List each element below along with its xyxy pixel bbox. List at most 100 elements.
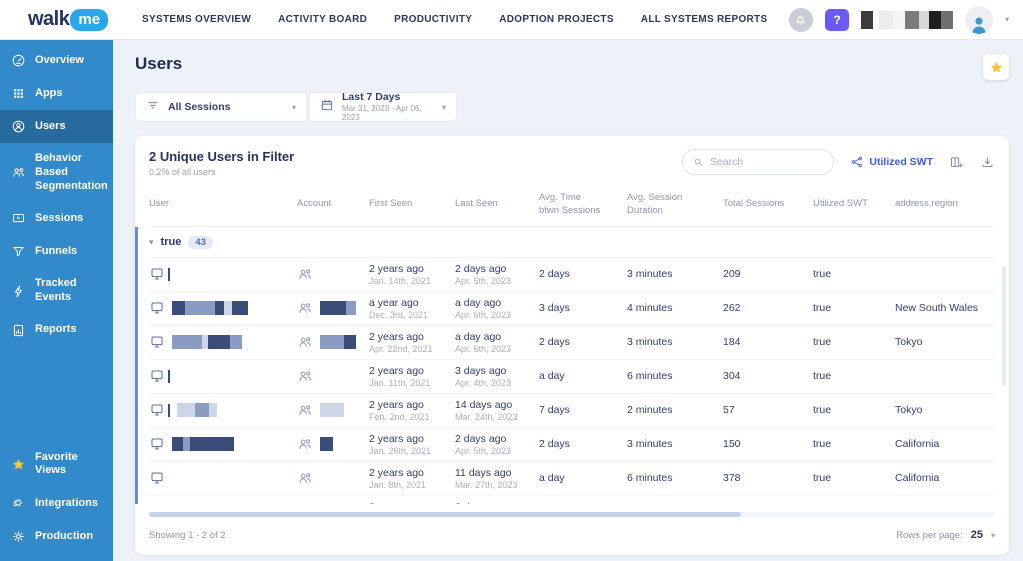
rows-per-page-value[interactable]: 25 <box>971 529 983 541</box>
help-button[interactable]: ? <box>825 9 849 31</box>
sidebar-item-label: Sessions <box>35 212 83 226</box>
sidebar-item-behavior-based-segmentation[interactable]: Behavior Based Segmentation <box>0 143 113 202</box>
column-header[interactable]: Avg. SessionDuration <box>627 192 723 218</box>
chevron-down-icon[interactable]: ▾ <box>991 531 995 540</box>
column-header[interactable]: First Seen <box>369 198 455 211</box>
redacted-text <box>172 301 248 315</box>
chevron-down-icon: ▾ <box>442 103 446 112</box>
sessions-filter-dropdown[interactable]: All Sessions ▾ <box>135 92 307 122</box>
column-header[interactable]: address.region <box>895 198 1003 211</box>
calendar-icon <box>320 98 334 117</box>
rows-per-page-label: Rows per page: <box>896 530 963 541</box>
total-sessions-cell: 378 <box>723 472 813 484</box>
manage-columns-button[interactable] <box>949 155 964 170</box>
table-row[interactable]: 2 years agoJan. 26th, 2021 2 days agoApr… <box>149 427 995 461</box>
download-icon <box>980 155 995 170</box>
avg-session-cell: 3 minutes <box>627 438 723 450</box>
first-seen-cell: 2 years agoJan. 8th, 2021 <box>369 467 455 490</box>
sidebar-item-integrations[interactable]: Integrations <box>0 487 113 520</box>
account-people-icon <box>297 300 313 316</box>
utilized-swt-cell: true <box>813 438 895 450</box>
topnav-item[interactable]: PRODUCTIVITY <box>394 14 472 25</box>
table-row[interactable]: 2 years agoJan. 11th, 2021 3 days agoApr… <box>149 359 995 393</box>
avg-time-cell: a day <box>539 472 627 484</box>
total-sessions-cell: 184 <box>723 336 813 348</box>
sidebar-item-favorite-views[interactable]: Favorite Views <box>0 442 113 488</box>
sidebar-item-label: Apps <box>35 87 63 101</box>
table-search[interactable] <box>682 149 834 175</box>
sidebar-item-tracked-events[interactable]: Tracked Events <box>0 268 113 314</box>
monitor-icon <box>149 436 165 452</box>
user-cell <box>149 436 297 452</box>
user-avatar[interactable] <box>965 6 993 34</box>
sidebar-item-sessions[interactable]: Sessions <box>0 202 113 235</box>
bell-icon <box>794 13 807 26</box>
avg-time-cell: 2 days <box>539 438 627 450</box>
sidebar-item-reports[interactable]: Reports <box>0 314 113 347</box>
column-header[interactable]: Last Seen <box>455 198 539 211</box>
horizontal-scrollbar-track[interactable] <box>149 512 995 517</box>
group-row-true[interactable]: ▾ true 43 <box>149 227 995 257</box>
date-range-dropdown[interactable]: Last 7 Days Mar 31, 2023 - Apr 06, 2023 … <box>309 92 457 122</box>
last-seen-cell: 2 days agoApr. 5th, 2023 <box>455 501 539 504</box>
sidebar-item-users[interactable]: Users <box>0 110 113 143</box>
redacted-text <box>320 335 356 349</box>
sidebar-item-label: Integrations <box>35 497 98 511</box>
region-cell: Tokyo <box>895 404 995 416</box>
last-seen-cell: 3 days agoApr. 4th, 2023 <box>455 365 539 388</box>
avg-time-cell: 2 days <box>539 268 627 280</box>
topnav-item[interactable]: ADOPTION PROJECTS <box>499 14 614 25</box>
user-cell <box>149 402 297 418</box>
column-header[interactable]: User <box>149 198 297 211</box>
topnav-item[interactable]: SYSTEMS OVERVIEW <box>142 14 251 25</box>
first-seen-cell: 2 years agoApr. 22nd, 2021 <box>369 331 455 354</box>
sidebar-item-overview[interactable]: Overview <box>0 44 113 77</box>
first-seen-cell: 2 years agoJan. 14th, 2021 <box>369 263 455 286</box>
monitor-icon <box>149 266 165 282</box>
walkme-logo[interactable]: walk me <box>28 8 108 31</box>
column-header[interactable]: Avg. Timebtwn Sessions <box>539 192 627 218</box>
table-group-section: ▾ true 43 2 years agoJan. 14th, 2021 2 d… <box>135 227 995 504</box>
sidebar-item-apps[interactable]: Apps <box>0 77 113 110</box>
sidebar-item-funnels[interactable]: Funnels <box>0 235 113 268</box>
sidebar-item-production[interactable]: Production <box>0 520 113 553</box>
favorite-page-button[interactable] <box>983 54 1009 80</box>
users-table-card: 2 Unique Users in Filter 0.2% of all use… <box>135 136 1009 555</box>
table-row[interactable]: 2 years agoFeb. 2nd, 2021 14 days agoMar… <box>149 393 995 427</box>
horizontal-scrollbar-thumb[interactable] <box>149 512 741 517</box>
account-cell <box>297 334 369 350</box>
search-input[interactable] <box>710 156 824 168</box>
account-chevron-down-icon[interactable]: ▾ <box>1005 15 1009 24</box>
lightning-icon <box>11 284 26 299</box>
table-row[interactable]: 2 years agoJan. 8th, 2021 11 days agoMar… <box>149 461 995 495</box>
avg-session-cell: 2 minutes <box>627 404 723 416</box>
download-button[interactable] <box>980 155 995 170</box>
table-row[interactable]: 2 years agoApr. 22nd, 2021 a day agoApr.… <box>149 325 995 359</box>
region-cell: California <box>895 438 995 450</box>
person-icon <box>969 14 989 34</box>
total-sessions-cell: 150 <box>723 438 813 450</box>
account-name-redacted <box>861 11 953 29</box>
topnav-item[interactable]: ALL SYSTEMS REPORTS <box>641 14 768 25</box>
column-header[interactable]: Utilized SWT <box>813 198 895 211</box>
notifications-button[interactable] <box>789 8 813 32</box>
account-cell <box>297 266 369 282</box>
table-row[interactable]: 2 years agoJan. 8th, 2021 2 days agoApr.… <box>149 495 995 504</box>
table-title: 2 Unique Users in Filter <box>149 149 294 164</box>
screen-play-icon <box>11 211 26 226</box>
user-cell <box>149 334 297 350</box>
vertical-scrollbar[interactable] <box>1002 266 1006 386</box>
utilized-swt-action[interactable]: Utilized SWT <box>850 155 933 169</box>
gear-icon <box>11 529 26 544</box>
utilized-swt-cell: true <box>813 370 895 382</box>
table-row[interactable]: 2 years agoJan. 14th, 2021 2 days agoApr… <box>149 257 995 291</box>
column-header[interactable]: Account <box>297 198 369 211</box>
topnav-item[interactable]: ACTIVITY BOARD <box>278 14 367 25</box>
text-cursor <box>168 370 170 383</box>
redacted-text <box>320 437 333 451</box>
column-header[interactable]: Total Sessions <box>723 198 813 211</box>
logo-walk-text: walk <box>28 8 69 31</box>
add-column-icon <box>949 155 964 170</box>
table-row[interactable]: a year agoDec. 3rd, 2021 a day agoApr. 6… <box>149 291 995 325</box>
account-people-icon <box>297 368 313 384</box>
